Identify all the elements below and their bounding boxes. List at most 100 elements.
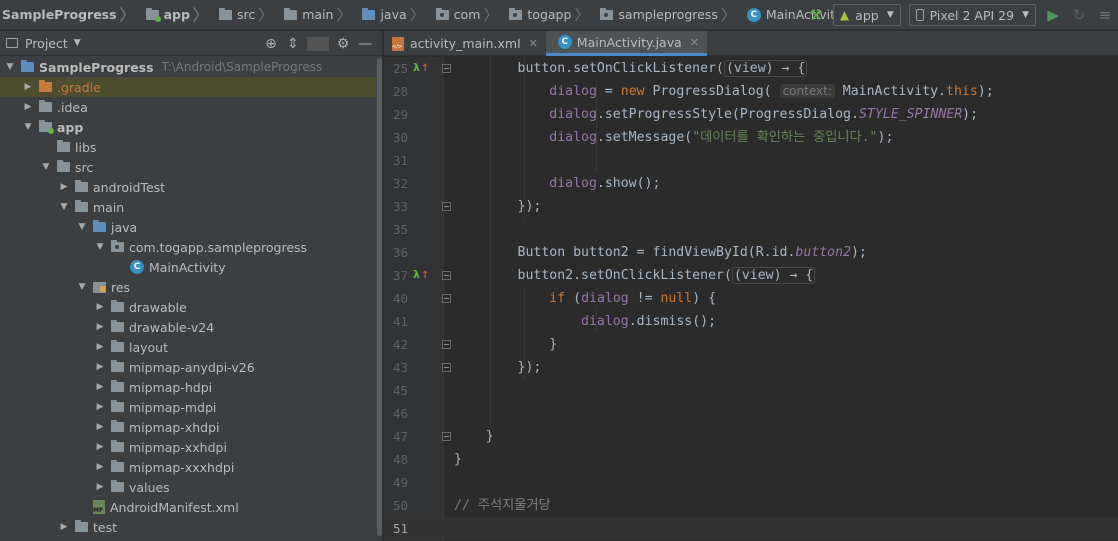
code-line[interactable]: 43 });: [384, 356, 1118, 379]
tree-node[interactable]: ▼ java: [0, 217, 376, 237]
breadcrumb-item[interactable]: java 〉: [358, 0, 431, 30]
project-tree-scrollbar[interactable]: [376, 56, 382, 541]
collapsed-arrow-icon[interactable]: ▶: [94, 322, 106, 332]
build-hammer-icon[interactable]: ⚒: [805, 4, 827, 26]
code-line[interactable]: 36 Button button2 = findViewById(R.id.bu…: [384, 241, 1118, 264]
code-line[interactable]: 33 });: [384, 195, 1118, 218]
collapsed-arrow-icon[interactable]: ▶: [58, 522, 70, 532]
breadcrumb-item[interactable]: src 〉: [215, 0, 280, 30]
code-line[interactable]: 48}: [384, 448, 1118, 471]
breadcrumb-item[interactable]: app 〉: [142, 0, 215, 30]
fold-marker-icon[interactable]: [442, 271, 451, 280]
expanded-arrow-icon[interactable]: ▼: [22, 122, 34, 132]
code-line[interactable]: 51: [384, 517, 1118, 540]
expanded-arrow-icon[interactable]: ▼: [76, 222, 88, 232]
code-editor[interactable]: 25λ button.setOnClickListener((view) → {…: [384, 57, 1118, 541]
code-line[interactable]: 50 // 주석지울거당: [384, 494, 1118, 517]
fold-marker-icon[interactable]: [442, 432, 451, 441]
expanded-arrow-icon[interactable]: ▼: [4, 62, 16, 72]
code-line[interactable]: 29 dialog.setProgressStyle(ProgressDialo…: [384, 103, 1118, 126]
collapse-all-icon[interactable]: ⇕: [282, 36, 304, 52]
collapsed-arrow-icon[interactable]: ▶: [94, 482, 106, 492]
rerun-icon[interactable]: ↻: [1068, 4, 1090, 26]
device-select[interactable]: Pixel 2 API 29 ▼: [908, 4, 1036, 26]
code-line[interactable]: 49: [384, 471, 1118, 494]
chevron-down-icon[interactable]: ▼: [74, 38, 81, 48]
expanded-arrow-icon[interactable]: ▼: [58, 202, 70, 212]
editor-tab[interactable]: activity_main.xml ✕: [384, 31, 546, 56]
tree-node[interactable]: ▼ main: [0, 197, 376, 217]
editor-tab[interactable]: C MainActivity.java ✕: [545, 31, 707, 56]
tree-node[interactable]: ▶ drawable: [0, 297, 376, 317]
tree-node[interactable]: ▶CMainActivity: [0, 257, 376, 277]
tree-node[interactable]: ▶ mipmap-mdpi: [0, 397, 376, 417]
fold-marker-icon[interactable]: [442, 202, 451, 211]
tree-node[interactable]: ▶AndroidManifest.xml: [0, 497, 376, 517]
collapsed-arrow-icon[interactable]: ▶: [94, 302, 106, 312]
collapsed-arrow-icon[interactable]: ▶: [94, 442, 106, 452]
tree-node[interactable]: ▶ mipmap-xhdpi: [0, 417, 376, 437]
fold-marker-icon[interactable]: [442, 363, 451, 372]
breadcrumb-item[interactable]: com 〉: [432, 0, 506, 30]
tree-node[interactable]: ▶ mipmap-anydpi-v26: [0, 357, 376, 377]
breadcrumb-item[interactable]: togapp 〉: [505, 0, 596, 30]
breadcrumb-item[interactable]: sampleprogress 〉: [596, 0, 742, 30]
tree-node[interactable]: ▶libs: [0, 137, 376, 157]
project-view-title[interactable]: Project: [25, 36, 68, 51]
code-line[interactable]: 30 dialog.setMessage("데이터를 확인하는 중입니다.");: [384, 126, 1118, 149]
tree-node[interactable]: ▼ res: [0, 277, 376, 297]
collapsed-arrow-icon[interactable]: ▶: [94, 422, 106, 432]
code-line[interactable]: 46: [384, 402, 1118, 425]
close-icon[interactable]: ✕: [690, 36, 699, 49]
tree-node[interactable]: ▶ mipmap-xxhdpi: [0, 437, 376, 457]
gear-icon[interactable]: ⚙: [332, 36, 354, 52]
fold-marker-icon[interactable]: [442, 340, 451, 349]
collapsed-arrow-icon[interactable]: ▶: [94, 342, 106, 352]
collapsed-arrow-icon[interactable]: ▶: [22, 102, 34, 112]
collapsed-arrow-icon[interactable]: ▶: [94, 462, 106, 472]
tree-node[interactable]: ▶ values: [0, 477, 376, 497]
code-line[interactable]: 41 dialog.dismiss();: [384, 310, 1118, 333]
collapsed-arrow-icon[interactable]: ▶: [94, 382, 106, 392]
tree-node[interactable]: ▶ mipmap-hdpi: [0, 377, 376, 397]
code-line[interactable]: 31: [384, 149, 1118, 172]
tree-node[interactable]: ▶ mipmap-xxxhdpi: [0, 457, 376, 477]
code-line[interactable]: 47 }: [384, 425, 1118, 448]
run-config-select[interactable]: ▲ app ▼: [832, 4, 901, 26]
code-line[interactable]: 45: [384, 379, 1118, 402]
run-play-icon[interactable]: ▶: [1042, 4, 1064, 26]
tree-node[interactable]: ▼ com.togapp.sampleprogress: [0, 237, 376, 257]
collapsed-arrow-icon[interactable]: ▶: [58, 182, 70, 192]
breadcrumb-item[interactable]: SampleProgress 〉: [2, 0, 142, 30]
tree-node[interactable]: ▶ test: [0, 517, 376, 537]
tree-node[interactable]: ▼ src: [0, 157, 376, 177]
breadcrumb-item[interactable]: main 〉: [280, 0, 358, 30]
collapsed-arrow-icon[interactable]: ▶: [94, 402, 106, 412]
code-line[interactable]: 40 if (dialog != null) {: [384, 287, 1118, 310]
expanded-arrow-icon[interactable]: ▼: [94, 242, 106, 252]
tree-node[interactable]: ▶ .idea: [0, 97, 376, 117]
code-line[interactable]: 32 dialog.show();: [384, 172, 1118, 195]
lambda-marker-icon[interactable]: λ: [413, 269, 425, 281]
locate-target-icon[interactable]: ⊕: [260, 36, 282, 52]
scrollbar-thumb[interactable]: [377, 58, 382, 536]
tree-node[interactable]: ▶ layout: [0, 337, 376, 357]
code-line[interactable]: 37 λ button2.setOnClickListener((view) → …: [384, 264, 1118, 287]
tree-node[interactable]: ▶ .gradle: [0, 77, 376, 97]
fold-marker-icon[interactable]: [442, 294, 451, 303]
code-line[interactable]: 25 λ button.setOnClickListener((view) → {: [384, 57, 1118, 80]
collapsed-arrow-icon[interactable]: ▶: [22, 82, 34, 92]
minimize-icon[interactable]: —: [354, 36, 376, 52]
tree-node[interactable]: ▼ SampleProgress T:\Android\SampleProgress: [0, 57, 376, 77]
fold-marker-icon[interactable]: [442, 64, 451, 73]
code-line[interactable]: 42 }: [384, 333, 1118, 356]
expanded-arrow-icon[interactable]: ▼: [40, 162, 52, 172]
tree-node[interactable]: ▼ app: [0, 117, 376, 137]
expanded-arrow-icon[interactable]: ▼: [76, 282, 88, 292]
code-line[interactable]: 28 dialog = new ProgressDialog( context:…: [384, 80, 1118, 103]
tree-node[interactable]: ▶ androidTest: [0, 177, 376, 197]
close-icon[interactable]: ✕: [529, 37, 538, 50]
tree-node[interactable]: ▶ drawable-v24: [0, 317, 376, 337]
code-line[interactable]: 35: [384, 218, 1118, 241]
lambda-marker-icon[interactable]: λ: [413, 62, 425, 74]
